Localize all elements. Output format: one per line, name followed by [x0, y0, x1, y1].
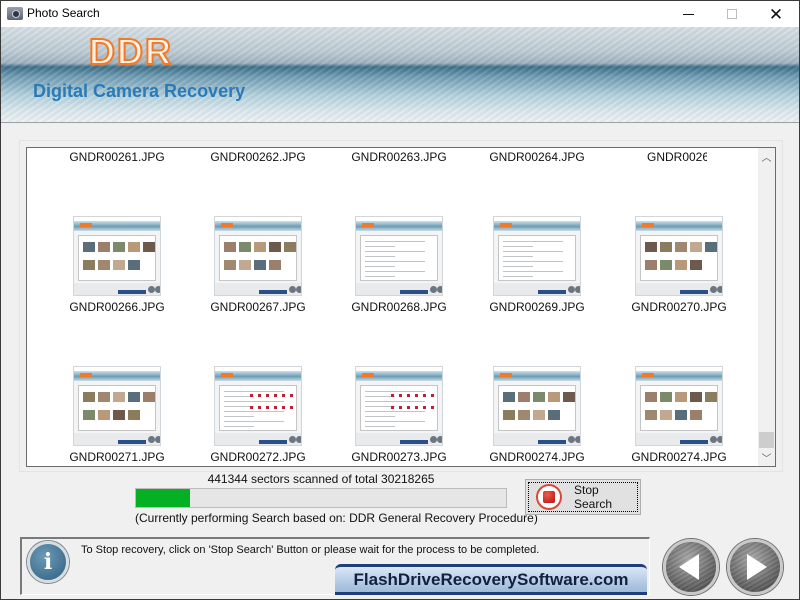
scan-progress-bar [135, 488, 507, 508]
close-icon: ✕ [768, 4, 784, 24]
photo-item[interactable]: GNDR00261.JPG [47, 150, 187, 164]
stop-icon [536, 484, 562, 510]
maximize-button[interactable] [709, 1, 755, 27]
photo-item[interactable]: GNDR00272.JPG [188, 450, 328, 464]
ddr-logo: DDR [88, 30, 173, 73]
photo-item[interactable]: GNDR00269.JPG [467, 300, 607, 314]
photo-thumbnail[interactable] [493, 366, 581, 446]
photo-item[interactable]: GNDR00264.JPG [467, 150, 607, 164]
scroll-up-button[interactable]: ︿ [758, 148, 775, 165]
photo-filename: GNDR00270.JPG [631, 300, 727, 314]
scroll-down-button[interactable]: ﹀ [758, 449, 775, 466]
photo-thumbnail[interactable] [214, 366, 302, 446]
photo-item[interactable]: GNDR00274.JPG [467, 450, 607, 464]
photo-filename: GNDR00271.JPG [69, 450, 165, 464]
photo-filename: GNDR00274.JPG [489, 450, 585, 464]
title-bar: Photo Search ✕ [1, 1, 799, 27]
photo-item[interactable]: GNDR00270.JPG [609, 300, 749, 314]
photo-filename: GNDR00266.JPG [69, 300, 165, 314]
photo-filename: GNDR0026 [647, 150, 707, 164]
arrow-left-icon [679, 554, 699, 580]
arrow-right-icon [747, 554, 767, 580]
scan-progress-fill [136, 489, 190, 507]
photo-filename: GNDR00274.JPG [631, 450, 727, 464]
photo-thumbnail[interactable] [355, 366, 443, 446]
sectors-status: 441344 sectors scanned of total 30218265 [207, 472, 435, 486]
photo-thumbnail[interactable] [355, 216, 443, 296]
next-button[interactable] [727, 539, 783, 595]
photo-filename: GNDR00261.JPG [69, 150, 165, 164]
photo-item[interactable]: GNDR00263.JPG [329, 150, 469, 164]
maximize-icon [727, 9, 737, 19]
brand-banner[interactable]: FlashDriveRecoverySoftware.com [335, 564, 647, 595]
scrollbar-thumb[interactable] [759, 432, 774, 448]
photo-thumbnail[interactable] [493, 216, 581, 296]
app-window: Photo Search ✕ DDR Digital Camera Recove… [0, 0, 800, 600]
photo-filename: GNDR00269.JPG [489, 300, 585, 314]
stop-search-button[interactable]: Stop Search [525, 479, 641, 515]
camera-app-icon [7, 7, 23, 20]
photo-thumbnail[interactable] [214, 216, 302, 296]
info-message: To Stop recovery, click on 'Stop Search'… [81, 544, 540, 556]
photo-filename: GNDR00272.JPG [210, 450, 306, 464]
photo-item[interactable]: GNDR00268.JPG [329, 300, 469, 314]
stop-search-label: Stop Search [573, 483, 613, 511]
procedure-status: (Currently performing Search based on: D… [135, 511, 538, 525]
info-icon: i [27, 541, 69, 583]
chevron-down-icon: ﹀ [761, 454, 772, 465]
photo-thumbnail[interactable] [73, 366, 161, 446]
minimize-icon [682, 13, 694, 15]
photo-filename: GNDR00273.JPG [351, 450, 447, 464]
photo-item[interactable]: GNDR00271.JPG [47, 450, 187, 464]
photo-item[interactable]: GNDR00267.JPG [188, 300, 328, 314]
photo-thumbnail[interactable] [635, 216, 723, 296]
photo-filename: GNDR00264.JPG [489, 150, 585, 164]
back-button[interactable] [663, 539, 719, 595]
close-button[interactable]: ✕ [753, 1, 799, 27]
chevron-up-icon: ︿ [761, 153, 772, 164]
photo-item[interactable]: GNDR00262.JPG [188, 150, 328, 164]
photo-item[interactable]: GNDR0026 [609, 150, 749, 164]
photo-item[interactable]: GNDR00274.JPG [609, 450, 749, 464]
photo-filename: GNDR00268.JPG [351, 300, 447, 314]
product-title: Digital Camera Recovery [33, 81, 246, 101]
photo-filename: GNDR00263.JPG [351, 150, 447, 164]
vertical-scrollbar[interactable]: ︿ ﹀ [758, 148, 775, 466]
photo-thumbnail[interactable] [635, 366, 723, 446]
photo-item[interactable]: GNDR00273.JPG [329, 450, 469, 464]
photo-item[interactable]: GNDR00266.JPG [47, 300, 187, 314]
window-title: Photo Search [27, 6, 100, 20]
photo-filename: GNDR00262.JPG [210, 150, 306, 164]
photo-thumbnail[interactable] [73, 216, 161, 296]
header-banner: DDR Digital Camera Recovery [1, 27, 799, 123]
photo-filename: GNDR00267.JPG [210, 300, 306, 314]
photo-results-list[interactable]: GNDR00261.JPG GNDR00262.JPG GNDR00263.JPG G… [26, 147, 776, 467]
minimize-button[interactable] [665, 1, 711, 27]
